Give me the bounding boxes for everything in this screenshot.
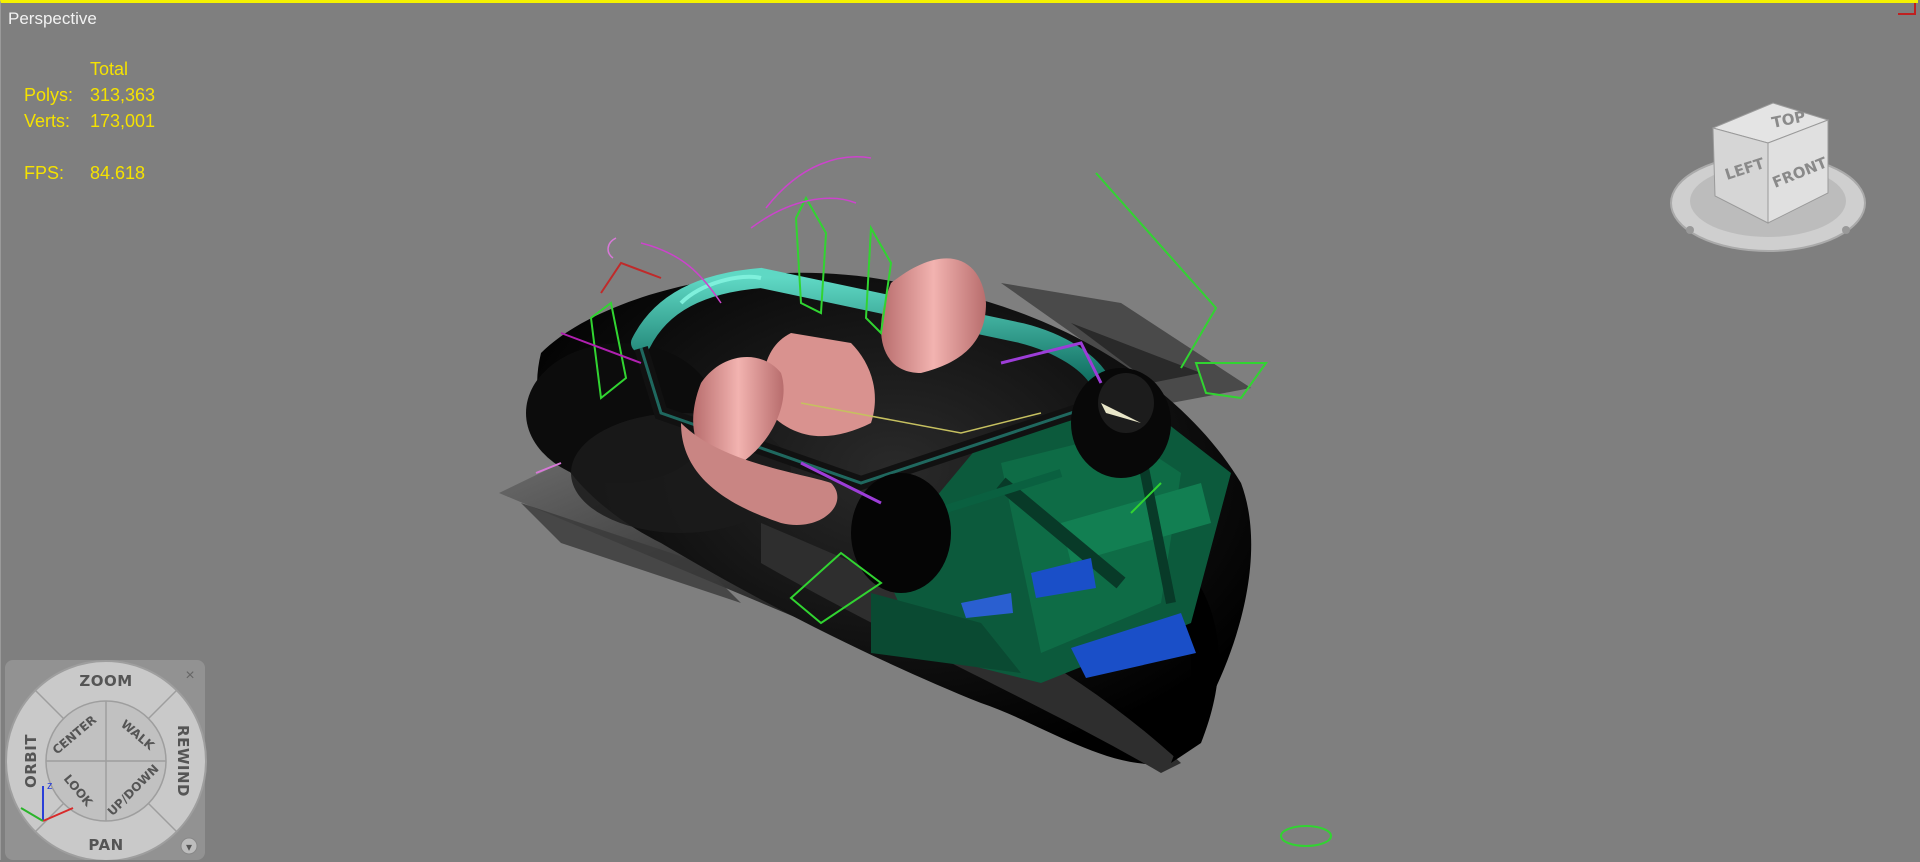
axis-z-label: z bbox=[47, 780, 53, 792]
viewcube-icon[interactable]: TOP LEFT FRONT bbox=[1663, 98, 1873, 273]
steering-wheel[interactable]: ZOOM PAN ORBIT REWIND CENTER WALK LOOK U… bbox=[3, 658, 209, 860]
wheel-rewind[interactable]: REWIND bbox=[174, 725, 192, 797]
close-icon[interactable]: × bbox=[185, 667, 194, 684]
wheel-orbit[interactable]: ORBIT bbox=[22, 734, 40, 788]
viewcube[interactable]: TOP LEFT FRONT bbox=[1663, 98, 1873, 273]
wheel-pan[interactable]: PAN bbox=[88, 836, 123, 854]
wheel-zoom[interactable]: ZOOM bbox=[79, 672, 132, 690]
chevron-down-icon[interactable]: ▾ bbox=[186, 840, 192, 854]
3d-scene[interactable] bbox=[1, 3, 1918, 860]
steering-wheel-icon[interactable]: ZOOM PAN ORBIT REWIND CENTER WALK LOOK U… bbox=[3, 658, 209, 860]
perspective-viewport[interactable]: Perspective Total Polys: 313,363 Verts: … bbox=[0, 0, 1918, 860]
